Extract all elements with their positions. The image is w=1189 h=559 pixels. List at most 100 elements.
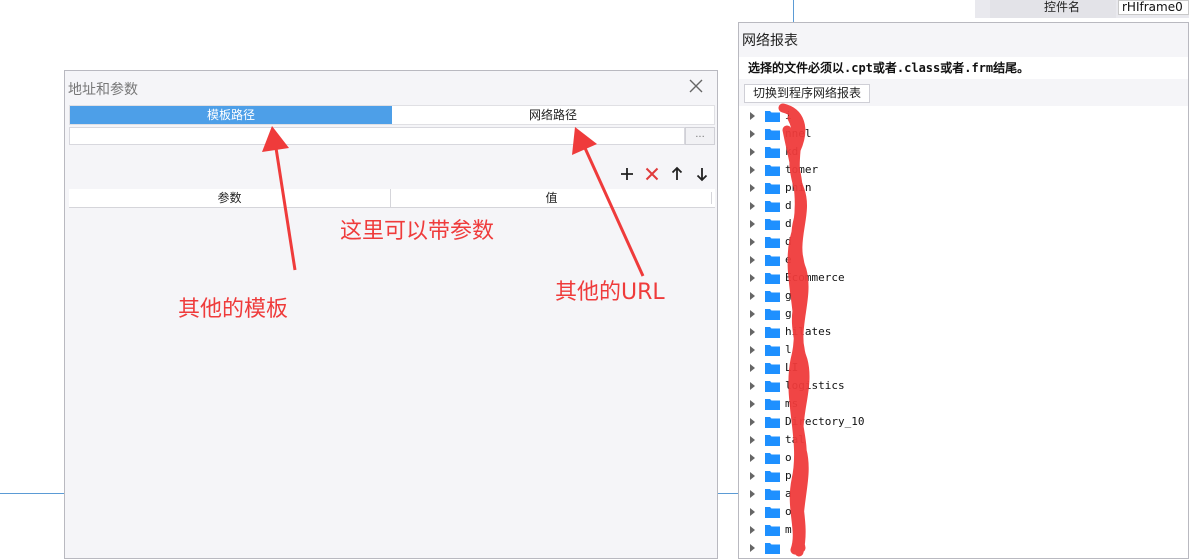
- expand-arrow-icon[interactable]: [750, 112, 755, 120]
- delete-icon[interactable]: [643, 165, 661, 183]
- file-tree: i nnel kd tomer phin d d d e Ecommerce g g hilates l L…: [739, 106, 1188, 558]
- expand-arrow-icon[interactable]: [750, 346, 755, 354]
- close-icon[interactable]: [687, 77, 705, 95]
- tree-item[interactable]: tal: [739, 431, 1188, 449]
- tab-network-path[interactable]: 网络路径: [392, 106, 714, 124]
- tree-item-label: ms: [785, 397, 799, 410]
- tree-item-label: hilates: [785, 325, 832, 338]
- folder-icon: [765, 399, 780, 410]
- expand-arrow-icon[interactable]: [750, 274, 755, 282]
- folder-icon: [765, 237, 780, 248]
- browse-button[interactable]: ...: [685, 127, 715, 145]
- expand-arrow-icon[interactable]: [750, 202, 755, 210]
- folder-icon: [765, 309, 780, 320]
- guide-line: [718, 493, 740, 494]
- expand-arrow-icon[interactable]: [750, 382, 755, 390]
- arrow-up-icon[interactable]: [668, 165, 686, 183]
- folder-icon: [765, 345, 780, 356]
- expand-arrow-icon[interactable]: [750, 526, 755, 534]
- folder-icon: [765, 363, 780, 374]
- expand-arrow-icon[interactable]: [750, 490, 755, 498]
- folder-icon: [765, 489, 780, 500]
- tree-item[interactable]: Ecommerce: [739, 269, 1188, 287]
- tree-item-label: d: [785, 217, 792, 230]
- expand-arrow-icon[interactable]: [750, 238, 755, 246]
- tree-item-label: o: [785, 505, 792, 518]
- tree-item-label: i: [785, 109, 792, 122]
- switch-to-program-report-button[interactable]: 切换到程序网络报表: [744, 84, 871, 103]
- dialog-title: 地址和参数: [68, 82, 138, 98]
- expand-arrow-icon[interactable]: [750, 310, 755, 318]
- tree-item[interactable]: kd: [739, 143, 1188, 161]
- tree-item[interactable]: [739, 539, 1188, 557]
- column-header-param[interactable]: 参数: [69, 189, 390, 207]
- tree-item-label: l: [785, 343, 792, 356]
- expand-arrow-icon[interactable]: [750, 472, 755, 480]
- expand-arrow-icon[interactable]: [750, 130, 755, 138]
- tree-item[interactable]: g: [739, 287, 1188, 305]
- tree-item[interactable]: i: [739, 107, 1188, 125]
- folder-icon: [765, 111, 780, 122]
- expand-arrow-icon[interactable]: [750, 166, 755, 174]
- tree-item[interactable]: e: [739, 251, 1188, 269]
- tree-item[interactable]: l: [739, 341, 1188, 359]
- folder-icon: [765, 201, 780, 212]
- tree-item[interactable]: g: [739, 305, 1188, 323]
- expand-arrow-icon[interactable]: [750, 364, 755, 372]
- tree-item[interactable]: phin: [739, 179, 1188, 197]
- tree-item[interactable]: tomer: [739, 161, 1188, 179]
- tree-item[interactable]: LI: [739, 359, 1188, 377]
- expand-arrow-icon[interactable]: [750, 544, 755, 552]
- add-icon[interactable]: [618, 165, 636, 183]
- folder-icon: [765, 525, 780, 536]
- tree-item-label: nnel: [785, 127, 812, 140]
- tree-item-label: g: [785, 307, 792, 320]
- tree-item-label: phin: [785, 181, 812, 194]
- tree-item[interactable]: p: [739, 467, 1188, 485]
- expand-arrow-icon[interactable]: [750, 418, 755, 426]
- folder-icon: [765, 417, 780, 428]
- expand-arrow-icon[interactable]: [750, 292, 755, 300]
- column-header-value[interactable]: 值: [390, 189, 712, 207]
- expand-arrow-icon[interactable]: [750, 220, 755, 228]
- tree-item-label: a: [785, 487, 792, 500]
- tree-item[interactable]: hilates: [739, 323, 1188, 341]
- expand-arrow-icon[interactable]: [750, 454, 755, 462]
- tree-item[interactable]: nnel: [739, 125, 1188, 143]
- expand-arrow-icon[interactable]: [750, 148, 755, 156]
- tree-item[interactable]: logistics: [739, 377, 1188, 395]
- tab-template-path[interactable]: 模板路径: [70, 106, 392, 124]
- tree-item[interactable]: a: [739, 485, 1188, 503]
- folder-icon: [765, 129, 780, 140]
- tree-item-label: m: [785, 523, 792, 536]
- tree-item[interactable]: ms: [739, 395, 1188, 413]
- tree-item[interactable]: Directory_10: [739, 413, 1188, 431]
- folder-icon: [765, 507, 780, 518]
- expand-arrow-icon[interactable]: [750, 328, 755, 336]
- expand-arrow-icon[interactable]: [750, 256, 755, 264]
- tree-item[interactable]: o: [739, 503, 1188, 521]
- expand-arrow-icon[interactable]: [750, 184, 755, 192]
- folder-icon: [765, 183, 780, 194]
- expand-arrow-icon[interactable]: [750, 400, 755, 408]
- tree-item[interactable]: o: [739, 449, 1188, 467]
- network-report-dialog: 网络报表 选择的文件必须以.cpt或者.class或者.frm结尾。 切换到程序…: [738, 22, 1189, 559]
- folder-icon: [765, 435, 780, 446]
- param-table-header: 参数 值: [69, 189, 715, 208]
- arrow-down-icon[interactable]: [693, 165, 711, 183]
- tree-item-label: p: [785, 469, 792, 482]
- expand-arrow-icon[interactable]: [750, 436, 755, 444]
- property-value-field[interactable]: rHIframe0: [1118, 0, 1189, 15]
- tree-item-label: d: [785, 199, 792, 212]
- tree-item[interactable]: m: [739, 521, 1188, 539]
- path-input[interactable]: [69, 127, 685, 145]
- expand-arrow-icon[interactable]: [750, 508, 755, 516]
- tree-item-label: o: [785, 451, 792, 464]
- tree-item[interactable]: d: [739, 215, 1188, 233]
- file-extension-note: 选择的文件必须以.cpt或者.class或者.frm结尾。: [739, 57, 1188, 79]
- tree-item[interactable]: d: [739, 233, 1188, 251]
- guide-line: [0, 493, 66, 494]
- tree-item-label: d: [785, 235, 792, 248]
- tree-item-label: g: [785, 289, 792, 302]
- tree-item[interactable]: d: [739, 197, 1188, 215]
